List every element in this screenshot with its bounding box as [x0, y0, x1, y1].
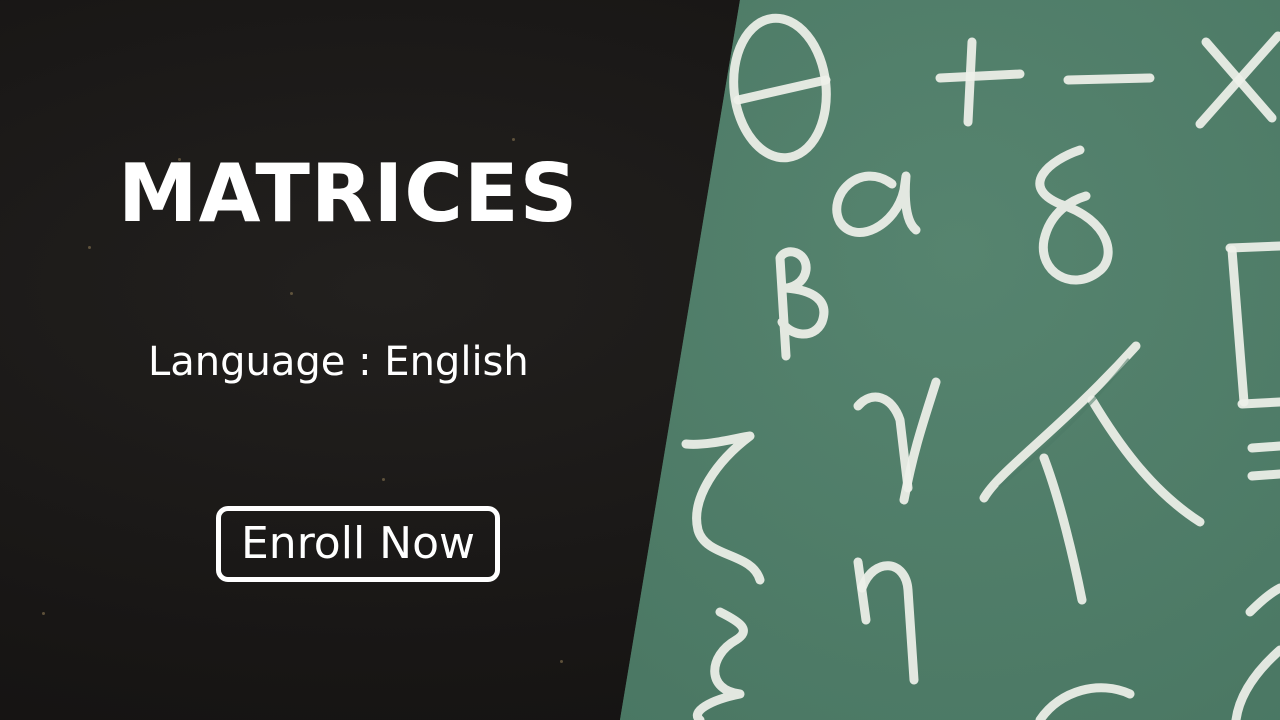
texture-speck	[512, 138, 515, 141]
curve-fragment	[1245, 583, 1280, 617]
course-language: Language : English	[148, 339, 529, 385]
alpha-symbol	[832, 171, 921, 237]
pi-symbol	[979, 341, 1205, 605]
texture-speck	[290, 292, 293, 295]
course-title: MATRICES	[118, 147, 579, 240]
texture-speck	[382, 478, 385, 481]
minus-symbol	[1063, 73, 1155, 85]
curve-fragment	[1231, 645, 1280, 720]
bracket-symbol	[1225, 241, 1280, 409]
texture-speck	[560, 660, 563, 663]
enroll-now-button[interactable]: Enroll Now	[216, 506, 500, 582]
equals-symbol	[1247, 441, 1280, 481]
beta-symbol	[775, 247, 829, 361]
xi-symbol	[693, 607, 748, 720]
zeta-symbol	[681, 431, 765, 585]
times-symbol	[1195, 31, 1280, 129]
curve-fragment	[1035, 683, 1135, 720]
plus-symbol	[935, 37, 1025, 127]
eta-symbol	[853, 557, 919, 685]
theta-symbol	[729, 13, 831, 163]
delta-symbol	[1035, 145, 1113, 285]
texture-speck	[42, 612, 45, 615]
texture-speck	[88, 246, 91, 249]
gamma-symbol	[853, 377, 941, 505]
course-banner: MATRICES Language : English Enroll Now	[0, 0, 1280, 720]
